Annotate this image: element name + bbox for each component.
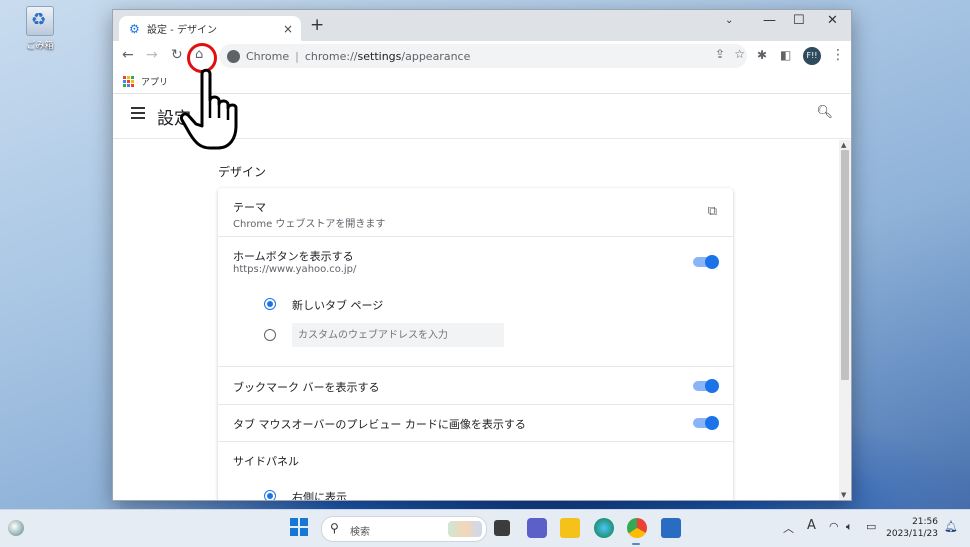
- ime-indicator[interactable]: A: [807, 518, 816, 533]
- recycle-bin-label: ごみ箱: [26, 41, 54, 51]
- side-panel-row: サイドパネル 右側に表示: [218, 442, 733, 501]
- search-highlight-image: [448, 521, 482, 537]
- tab-settings[interactable]: ⚙ 設定 - デザイン ×: [119, 16, 301, 41]
- forward-arrow-icon[interactable]: →: [146, 47, 158, 63]
- store-icon[interactable]: [661, 518, 681, 538]
- section-title: デザイン: [218, 165, 267, 179]
- file-explorer-icon[interactable]: [560, 518, 580, 538]
- radio-new-tab[interactable]: [264, 298, 276, 310]
- new-tab-button[interactable]: +: [310, 15, 324, 35]
- tab-hover-toggle[interactable]: [693, 416, 719, 430]
- chrome-taskbar-icon[interactable]: [627, 518, 647, 538]
- settings-gear-icon: ⚙: [129, 21, 140, 36]
- scroll-thumb[interactable]: [841, 150, 849, 380]
- tab-search-dropdown-icon[interactable]: ⌄: [725, 15, 733, 26]
- search-icon: ⚲: [330, 521, 339, 535]
- radio-new-tab-label: 新しいタブ ページ: [292, 299, 384, 312]
- tab-close-icon[interactable]: ×: [283, 22, 293, 36]
- theme-label: テーマ: [233, 201, 266, 214]
- volume-icon[interactable]: 🔈︎: [846, 520, 853, 534]
- tab-strip: ⚙ 設定 - デザイン × + ⌄ — ☐ ✕: [113, 10, 851, 41]
- bookmark-bar-label: ブックマーク バーを表示する: [233, 381, 380, 394]
- tab-hover-row[interactable]: タブ マウスオーバーのプレビュー カードに画像を表示する: [218, 405, 733, 442]
- clock-time: 21:56: [912, 517, 938, 527]
- home-button-label: ホームボタンを表示する: [233, 250, 354, 263]
- taskbar: ⚲ 検索 ︿ A ◠ 🔈︎ ▭ 21:56 2023/11/23 🔔︎: [0, 509, 970, 547]
- taskbar-search[interactable]: ⚲ 検索: [321, 516, 487, 542]
- custom-url-input[interactable]: [292, 323, 504, 347]
- clock[interactable]: 21:56 2023/11/23: [886, 516, 938, 540]
- address-bar[interactable]: Chrome | chrome://settings/appearance ⇪ …: [219, 44, 747, 68]
- search-label: 検索: [350, 527, 370, 538]
- page-scrollbar[interactable]: ▲ ▼: [839, 140, 851, 500]
- hamburger-menu-icon[interactable]: [131, 107, 145, 122]
- teams-chat-icon[interactable]: [527, 518, 547, 538]
- share-icon[interactable]: ⇪: [715, 47, 725, 61]
- theme-sub: Chrome ウェブストアを開きます: [233, 219, 386, 230]
- theme-row[interactable]: テーマ Chrome ウェブストアを開きます ⧉: [218, 188, 733, 237]
- side-panel-icon[interactable]: ◧: [780, 47, 791, 63]
- apps-bookmark[interactable]: アプリ: [141, 75, 168, 88]
- bookmark-bar-toggle[interactable]: [693, 379, 719, 393]
- browser-toolbar: ← → ↻ ⌂ Chrome | chrome://settings/appea…: [113, 41, 851, 71]
- recycle-bin-desktop-icon[interactable]: ごみ箱: [22, 6, 58, 51]
- clock-date: 2023/11/23: [886, 529, 938, 539]
- extensions-puzzle-icon[interactable]: ✱: [757, 47, 767, 63]
- profile-avatar[interactable]: F!!: [803, 47, 821, 65]
- battery-icon[interactable]: ▭: [866, 520, 876, 533]
- recycle-bin-icon: [26, 6, 54, 36]
- widgets-icon[interactable]: [8, 520, 24, 536]
- apps-grid-icon[interactable]: [123, 76, 134, 87]
- radio-side-right[interactable]: [264, 490, 276, 500]
- settings-search-icon[interactable]: 🔍︎: [816, 105, 833, 120]
- back-arrow-icon[interactable]: ←: [122, 47, 134, 63]
- tray-chevron-icon[interactable]: ︿: [783, 520, 794, 536]
- menu-kebab-icon[interactable]: ⋮: [831, 47, 845, 63]
- appearance-card: テーマ Chrome ウェブストアを開きます ⧉ ホームボタンを表示する htt…: [218, 188, 733, 501]
- home-button-row: ホームボタンを表示する https://www.yahoo.co.jp/ 新しい…: [218, 237, 733, 367]
- tab-title: 設定 - デザイン: [147, 25, 217, 36]
- tab-hover-label: タブ マウスオーバーのプレビュー カードに画像を表示する: [233, 418, 526, 431]
- chrome-active-indicator: [632, 543, 640, 545]
- side-panel-label: サイドパネル: [233, 455, 299, 468]
- address-separator: |: [295, 49, 299, 63]
- scroll-up-arrow-icon[interactable]: ▲: [841, 141, 846, 149]
- close-window-button[interactable]: ✕: [827, 13, 838, 28]
- edge-browser-icon[interactable]: [594, 518, 614, 538]
- url-text: chrome://settings/appearance: [304, 49, 471, 63]
- site-label: Chrome: [246, 49, 290, 63]
- radio-custom-url[interactable]: [264, 329, 276, 341]
- open-external-icon[interactable]: ⧉: [708, 204, 717, 219]
- wifi-icon[interactable]: ◠: [829, 520, 839, 533]
- home-button-toggle[interactable]: [693, 255, 719, 269]
- reload-icon[interactable]: ↻: [171, 47, 183, 63]
- pointing-hand-icon: [180, 68, 238, 150]
- task-view-icon[interactable]: [494, 520, 510, 536]
- home-button-url: https://www.yahoo.co.jp/: [233, 264, 357, 275]
- minimize-button[interactable]: —: [763, 13, 776, 28]
- scroll-down-arrow-icon[interactable]: ▼: [841, 491, 846, 499]
- radio-side-right-label: 右側に表示: [292, 491, 347, 501]
- start-windows-icon[interactable]: [290, 518, 308, 536]
- bookmark-bar-row[interactable]: ブックマーク バーを表示する: [218, 367, 733, 405]
- maximize-button[interactable]: ☐: [793, 13, 805, 28]
- notification-bell-icon[interactable]: 🔔︎: [944, 520, 958, 533]
- chrome-logo-icon: [227, 49, 240, 63]
- bookmark-star-icon[interactable]: ☆: [734, 47, 745, 61]
